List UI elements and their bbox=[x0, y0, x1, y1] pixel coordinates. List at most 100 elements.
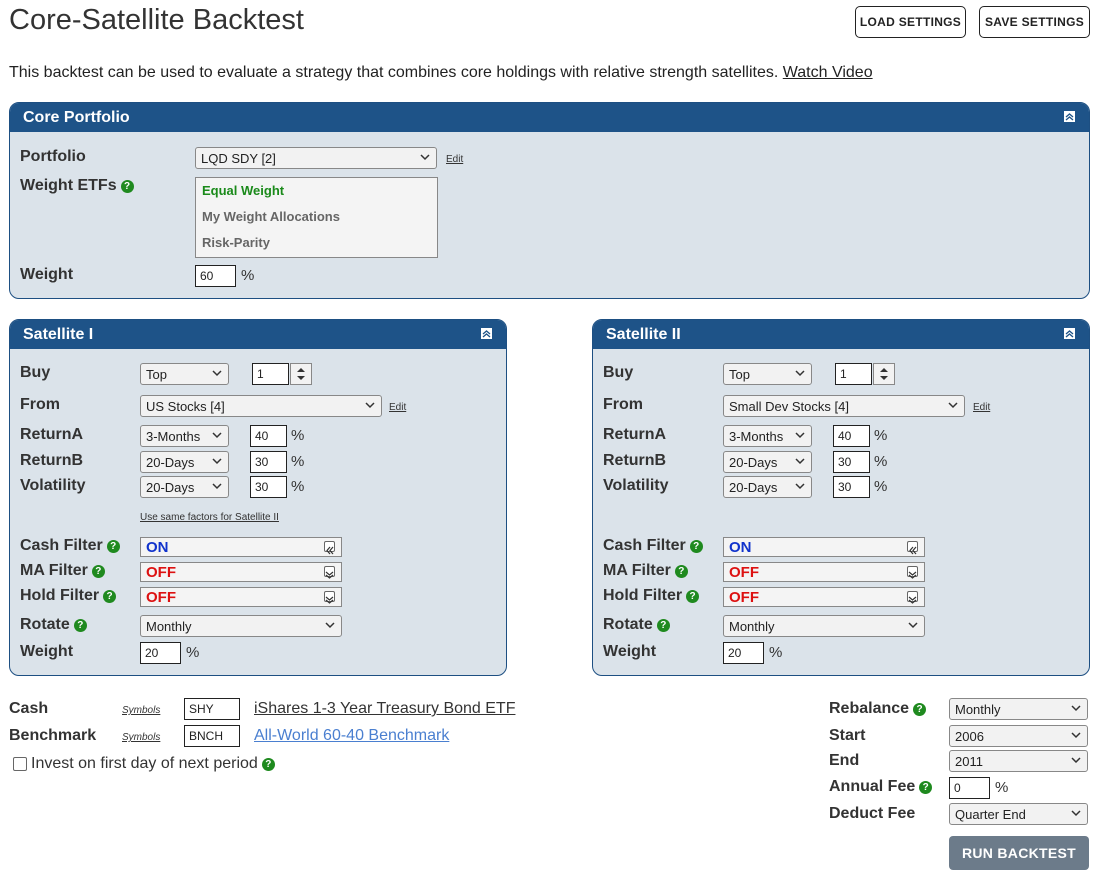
invest-first-day-checkbox[interactable] bbox=[13, 757, 27, 771]
description-text: This backtest can be used to evaluate a … bbox=[9, 64, 779, 81]
weight-etfs-listbox[interactable]: Equal Weight My Weight Allocations Risk-… bbox=[195, 177, 438, 258]
satellite-2-panel: Satellite II Buy Top 1 From Small Dev St… bbox=[592, 319, 1090, 676]
chevrons-down-icon bbox=[907, 591, 918, 604]
satellite-2-weight-input[interactable]: 20 bbox=[723, 642, 764, 664]
help-icon[interactable]: ? bbox=[656, 619, 670, 632]
volatility-weight-input[interactable]: 30 bbox=[250, 476, 287, 498]
percent-sign: % bbox=[186, 644, 200, 661]
portfolio-label: Portfolio bbox=[20, 148, 86, 165]
benchmark-label: Benchmark bbox=[9, 727, 97, 744]
rotate-select[interactable]: Monthly bbox=[723, 615, 925, 637]
buy-count-input[interactable]: 1 bbox=[835, 363, 872, 385]
portfolio-edit-link[interactable]: Edit bbox=[446, 154, 463, 165]
buy-mode-select[interactable]: Top bbox=[723, 363, 812, 385]
start-select[interactable]: 2006 bbox=[949, 725, 1088, 747]
benchmark-symbol-input[interactable]: BNCH bbox=[184, 725, 240, 747]
buy-count-stepper[interactable] bbox=[290, 363, 312, 385]
volatility-period-select[interactable]: 20-Days bbox=[723, 476, 812, 498]
from-select[interactable]: Small Dev Stocks [4] bbox=[723, 395, 965, 417]
help-icon[interactable]: ? bbox=[686, 590, 700, 603]
end-label: End bbox=[829, 752, 860, 769]
ma-filter-toggle[interactable]: OFF bbox=[140, 562, 342, 582]
returnB-weight-input[interactable]: 30 bbox=[250, 451, 287, 473]
returnB-weight-input[interactable]: 30 bbox=[833, 451, 870, 473]
core-weight-input[interactable]: 60 bbox=[195, 265, 236, 287]
returnA-label: ReturnA bbox=[20, 426, 84, 443]
hold-filter-label: Hold Filter? bbox=[20, 587, 117, 605]
hold-filter-value: OFF bbox=[146, 588, 176, 606]
cash-filter-value: ON bbox=[729, 538, 752, 556]
save-settings-button[interactable]: SAVE SETTINGS bbox=[979, 6, 1090, 38]
chevron-down-icon bbox=[795, 458, 805, 465]
help-icon[interactable]: ? bbox=[919, 781, 933, 794]
help-icon[interactable]: ? bbox=[106, 540, 120, 553]
help-icon[interactable]: ? bbox=[120, 180, 134, 193]
rotate-select[interactable]: Monthly bbox=[140, 615, 342, 637]
help-icon[interactable]: ? bbox=[261, 757, 275, 771]
load-settings-button[interactable]: LOAD SETTINGS bbox=[855, 6, 966, 38]
hold-filter-toggle[interactable]: OFF bbox=[140, 587, 342, 607]
satellite-1-weight-label: Weight bbox=[20, 643, 74, 660]
returnA-period-select[interactable]: 3-Months bbox=[140, 425, 229, 447]
cash-filter-label: Cash Filter? bbox=[603, 537, 703, 555]
end-select-value: 2011 bbox=[955, 753, 983, 769]
help-icon[interactable]: ? bbox=[689, 540, 703, 553]
help-icon[interactable]: ? bbox=[674, 565, 688, 578]
returnA-weight-input[interactable]: 40 bbox=[250, 425, 287, 447]
cash-etf-name-link[interactable]: iShares 1-3 Year Treasury Bond ETF bbox=[254, 700, 515, 718]
volatility-weight-input[interactable]: 30 bbox=[833, 476, 870, 498]
portfolio-select[interactable]: LQD SDY [2] bbox=[195, 147, 437, 169]
end-select[interactable]: 2011 bbox=[949, 750, 1088, 772]
cash-filter-label-text: Cash Filter bbox=[20, 537, 103, 554]
hold-filter-toggle[interactable]: OFF bbox=[723, 587, 925, 607]
chevrons-left-icon bbox=[907, 541, 918, 555]
cash-symbol-input[interactable]: SHY bbox=[184, 698, 240, 720]
ma-filter-value: OFF bbox=[146, 563, 176, 581]
buy-count-input[interactable]: 1 bbox=[252, 363, 289, 385]
run-backtest-button[interactable]: RUN BACKTEST bbox=[949, 836, 1089, 870]
from-select[interactable]: US Stocks [4] bbox=[140, 395, 382, 417]
returnB-period-select[interactable]: 20-Days bbox=[723, 451, 812, 473]
returnA-weight-input[interactable]: 40 bbox=[833, 425, 870, 447]
buy-mode-value: Top bbox=[729, 366, 750, 382]
cash-filter-toggle[interactable]: ON bbox=[140, 537, 342, 557]
weight-option-equal[interactable]: Equal Weight bbox=[196, 178, 437, 204]
cash-symbols-link[interactable]: Symbols bbox=[122, 705, 160, 716]
from-edit-link[interactable]: Edit bbox=[973, 402, 990, 413]
deduct-fee-select[interactable]: Quarter End bbox=[949, 803, 1088, 825]
annual-fee-input[interactable]: 0 bbox=[949, 777, 990, 799]
chevron-down-icon bbox=[1071, 705, 1081, 712]
collapse-icon[interactable] bbox=[481, 328, 492, 339]
rebalance-select[interactable]: Monthly bbox=[949, 698, 1088, 720]
cash-filter-toggle[interactable]: ON bbox=[723, 537, 925, 557]
weight-option-risk-parity[interactable]: Risk-Parity bbox=[196, 230, 437, 256]
annual-fee-label-text: Annual Fee bbox=[829, 778, 916, 795]
collapse-icon[interactable] bbox=[1064, 328, 1075, 339]
weight-option-my-allocations[interactable]: My Weight Allocations bbox=[196, 204, 437, 230]
volatility-period-select[interactable]: 20-Days bbox=[140, 476, 229, 498]
invest-first-day-label: Invest on first day of next period bbox=[31, 755, 258, 772]
satellite-2-weight-label: Weight bbox=[603, 643, 657, 660]
help-icon[interactable]: ? bbox=[91, 565, 105, 578]
chevron-down-icon bbox=[795, 370, 805, 377]
returnB-period-select[interactable]: 20-Days bbox=[140, 451, 229, 473]
satellite-1-weight-input[interactable]: 20 bbox=[140, 642, 181, 664]
rotate-label-text: Rotate bbox=[20, 616, 70, 633]
help-icon[interactable]: ? bbox=[913, 703, 927, 716]
buy-count-stepper[interactable] bbox=[873, 363, 895, 385]
help-icon[interactable]: ? bbox=[103, 590, 117, 603]
watch-video-link[interactable]: Watch Video bbox=[783, 64, 873, 81]
benchmark-symbols-link[interactable]: Symbols bbox=[122, 732, 160, 743]
from-edit-link[interactable]: Edit bbox=[389, 402, 406, 413]
returnA-period-select[interactable]: 3-Months bbox=[723, 425, 812, 447]
chevrons-down-icon bbox=[324, 591, 335, 604]
ma-filter-toggle[interactable]: OFF bbox=[723, 562, 925, 582]
benchmark-name-link[interactable]: All-World 60-40 Benchmark bbox=[254, 727, 449, 745]
use-same-factors-link[interactable]: Use same factors for Satellite II bbox=[140, 512, 279, 523]
collapse-icon[interactable] bbox=[1064, 111, 1075, 122]
returnB-period-value: 20-Days bbox=[146, 454, 195, 470]
ma-filter-label: MA Filter? bbox=[20, 562, 105, 580]
satellite-1-header: Satellite I bbox=[10, 320, 506, 349]
buy-mode-select[interactable]: Top bbox=[140, 363, 229, 385]
help-icon[interactable]: ? bbox=[73, 619, 87, 632]
